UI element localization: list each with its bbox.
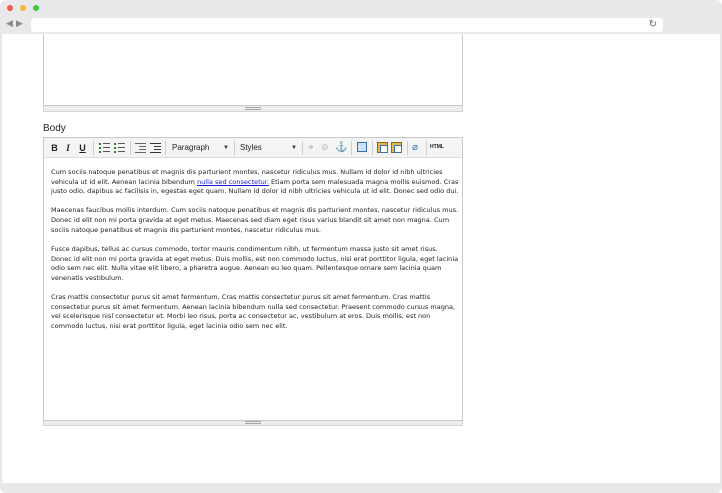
editor-toolbar: B I U Paragraph ▼ Styles ▼ ⚭ ⊘ ⚓ ⌀ HTML bbox=[44, 138, 462, 158]
numbered-list-icon[interactable] bbox=[114, 142, 125, 153]
previous-textarea-resize-handle[interactable] bbox=[43, 106, 463, 112]
paragraph: Cras mattis consectetur purus sit amet f… bbox=[51, 293, 456, 330]
bullet-list-icon[interactable] bbox=[99, 142, 110, 153]
image-icon[interactable] bbox=[357, 142, 367, 152]
window-bottom-bar bbox=[0, 483, 722, 493]
toolbar-separator bbox=[93, 141, 94, 155]
toolbar-separator bbox=[426, 141, 427, 155]
address-bar[interactable]: ↻ bbox=[31, 18, 663, 32]
paste-text-icon[interactable] bbox=[377, 142, 388, 153]
paragraph: Fusce dapibus, tellus ac cursus commodo,… bbox=[51, 244, 459, 282]
paragraph: Maecenas faucibus mollis interdum. Cum s… bbox=[51, 206, 459, 234]
remove-format-icon[interactable]: ⌀ bbox=[412, 142, 423, 153]
browser-window: ◀ ▶ ↻ Body B I U Paragraph ▼ Styles ▼ ⚭ … bbox=[0, 0, 722, 493]
format-select[interactable]: Paragraph ▼ bbox=[169, 141, 231, 155]
html-source-button[interactable]: HTML bbox=[429, 142, 445, 153]
indent-icon[interactable] bbox=[150, 142, 161, 153]
resize-grip-icon bbox=[245, 107, 261, 110]
inline-link[interactable]: nulla sed consectetur. bbox=[197, 178, 269, 186]
outdent-icon[interactable] bbox=[135, 142, 146, 153]
toolbar-separator bbox=[302, 141, 303, 155]
title-bar bbox=[0, 0, 722, 14]
toolbar-separator bbox=[372, 141, 373, 155]
link-icon[interactable]: ⚭ bbox=[307, 142, 318, 153]
chevron-down-icon: ▼ bbox=[223, 145, 229, 151]
toolbar-separator bbox=[234, 141, 235, 155]
back-arrow-icon[interactable]: ◀ bbox=[6, 18, 13, 28]
previous-textarea[interactable] bbox=[43, 34, 463, 106]
styles-select[interactable]: Styles ▼ bbox=[237, 141, 299, 155]
minimize-window-button[interactable] bbox=[20, 5, 26, 11]
toolbar-separator bbox=[351, 141, 352, 155]
reload-icon[interactable]: ↻ bbox=[649, 18, 657, 32]
paste-word-icon[interactable] bbox=[391, 142, 402, 153]
close-window-button[interactable] bbox=[7, 5, 13, 11]
anchor-icon[interactable]: ⚓ bbox=[335, 142, 347, 153]
italic-button[interactable]: I bbox=[64, 141, 72, 155]
toolbar-separator bbox=[130, 141, 131, 155]
format-select-value: Paragraph bbox=[172, 143, 210, 152]
rich-text-editor: B I U Paragraph ▼ Styles ▼ ⚭ ⊘ ⚓ ⌀ HTML … bbox=[43, 137, 463, 421]
navigation-bar: ◀ ▶ ↻ bbox=[0, 15, 722, 33]
editor-resize-handle[interactable] bbox=[43, 421, 463, 426]
bold-button[interactable]: B bbox=[50, 141, 59, 155]
body-field-label: Body bbox=[43, 123, 66, 134]
forward-arrow-icon[interactable]: ▶ bbox=[16, 18, 23, 28]
toolbar-separator bbox=[165, 141, 166, 155]
resize-grip-icon bbox=[245, 421, 261, 424]
paragraph: Cum sociis natoque penatibus et magnis d… bbox=[51, 168, 459, 197]
underline-button[interactable]: U bbox=[78, 141, 87, 155]
toolbar-separator bbox=[407, 141, 408, 155]
styles-select-value: Styles bbox=[240, 143, 262, 152]
editor-content[interactable]: Cum sociis natoque penatibus et magnis d… bbox=[51, 168, 459, 341]
unlink-icon[interactable]: ⊘ bbox=[321, 142, 332, 153]
zoom-window-button[interactable] bbox=[33, 5, 39, 11]
page-viewport: Body B I U Paragraph ▼ Styles ▼ ⚭ ⊘ ⚓ ⌀ … bbox=[2, 34, 720, 483]
chevron-down-icon: ▼ bbox=[291, 145, 297, 151]
